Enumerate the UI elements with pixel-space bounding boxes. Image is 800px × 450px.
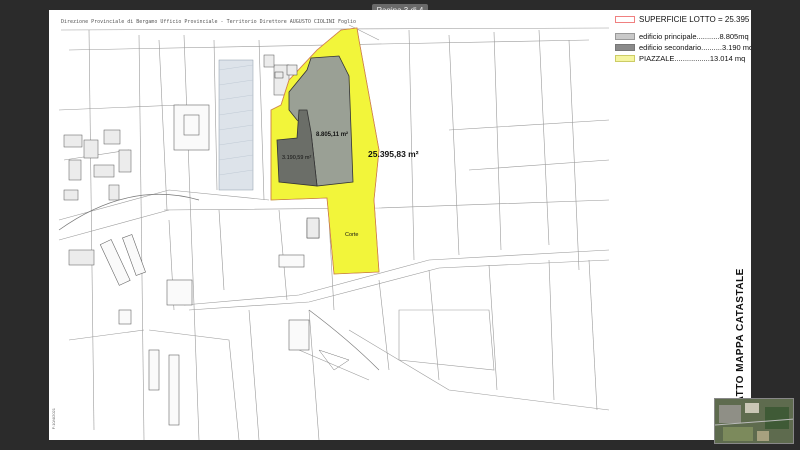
cadastral-map-drawing — [58, 24, 610, 440]
secondary-building-area-label: 3.190,59 m² — [282, 155, 312, 161]
legend: SUPERFICIE LOTTO = 25.395 mq edificio pr… — [615, 15, 751, 65]
map-side-code: F:10/4/2021 — [51, 408, 56, 430]
legend-swatch-main-building — [615, 33, 635, 40]
legend-label-main-building: edificio principale...........8.805mq — [639, 32, 749, 41]
legend-swatch-lot — [615, 16, 635, 23]
total-lot-area-label: 25.395,83 m² — [368, 149, 419, 159]
legend-swatch-secondary-building — [615, 44, 635, 51]
map-header: Direzione Provinciale di Bergamo Ufficio… — [61, 19, 357, 25]
legend-swatch-piazzale — [615, 55, 635, 62]
legend-item-piazzale: PIAZZALE.................13.014 mq — [615, 54, 749, 65]
cadastral-map-sheet: Direzione Provinciale di Bergamo Ufficio… — [49, 10, 751, 440]
legend-item-lot: SUPERFICIE LOTTO = 25.395 mq — [615, 15, 751, 26]
slide-thumbnail[interactable] — [714, 398, 794, 444]
yard-small-label: Corte — [345, 232, 359, 238]
main-building-area-label: 8.805,11 m² — [316, 132, 349, 138]
aerial-photo-thumbnail — [715, 399, 793, 443]
legend-item-secondary-building: edificio secondario..........3.190 mq — [615, 43, 751, 54]
legend-label-piazzale: PIAZZALE.................13.014 mq — [639, 54, 746, 63]
legend-label-secondary-building: edificio secondario..........3.190 mq — [639, 43, 751, 52]
legend-label-lot: SUPERFICIE LOTTO = 25.395 mq — [639, 15, 751, 24]
legend-item-main-building: edificio principale...........8.805mq — [615, 32, 749, 43]
